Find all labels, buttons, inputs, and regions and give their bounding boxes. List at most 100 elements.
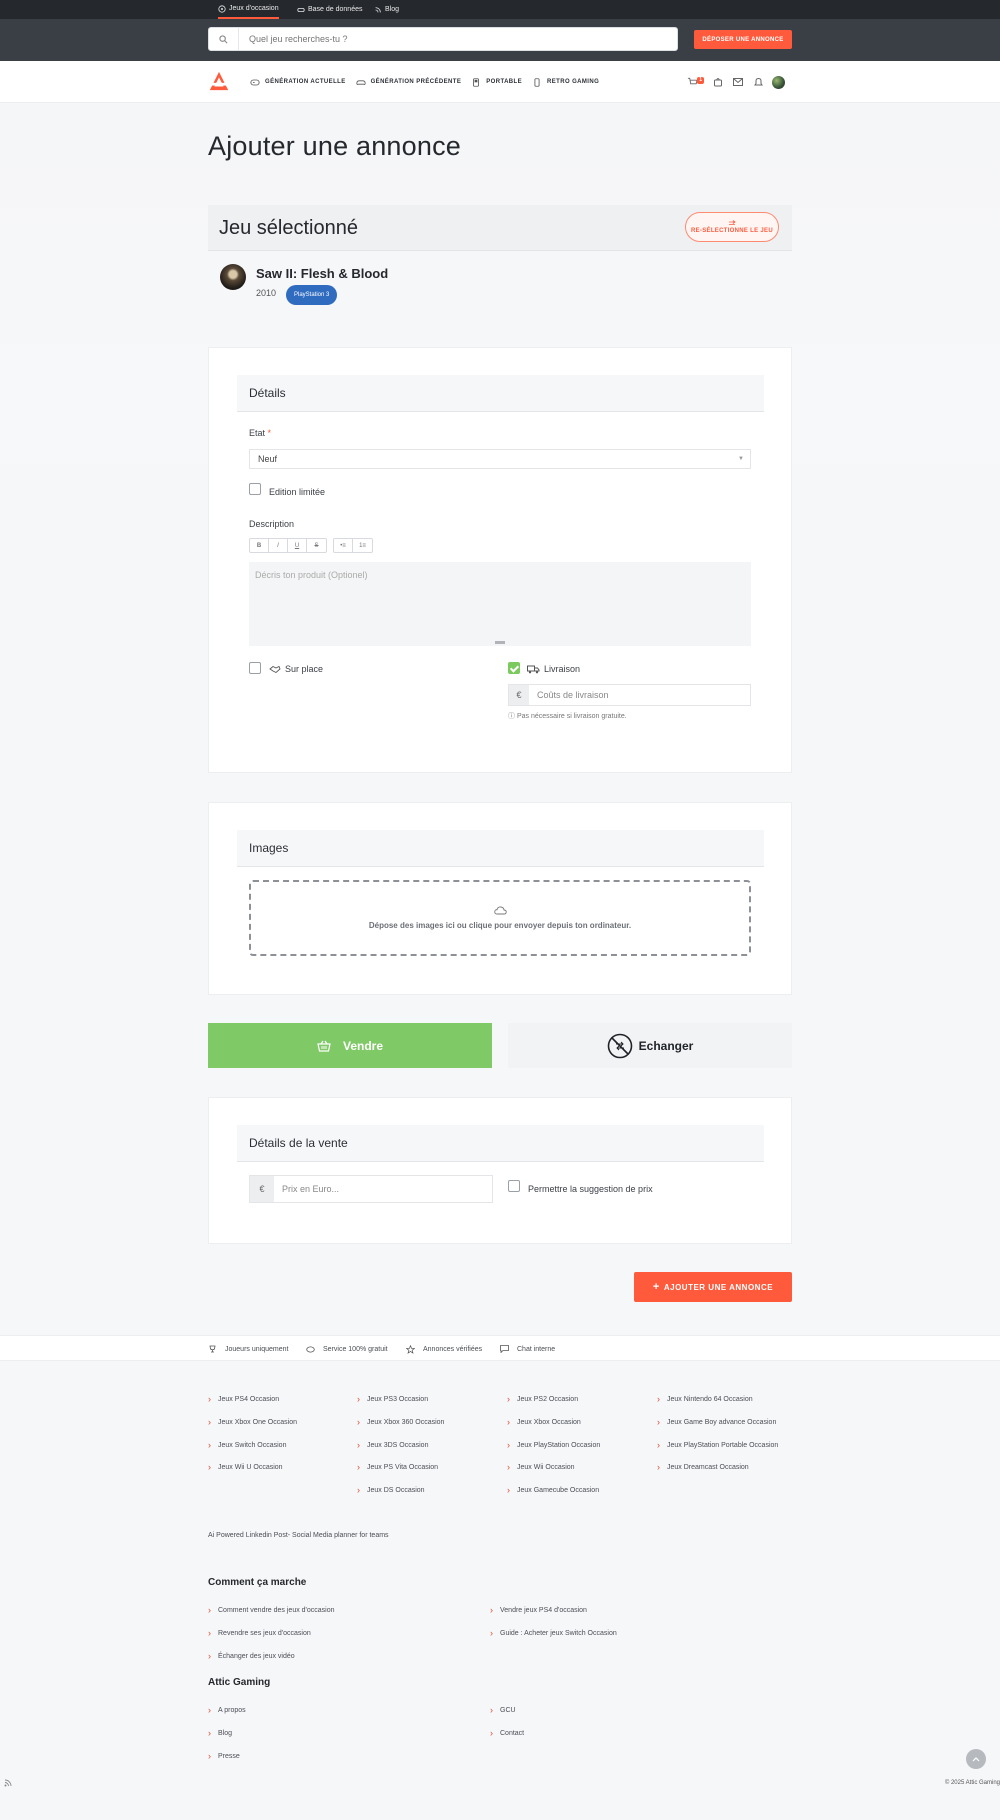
mail-icon[interactable]	[732, 76, 744, 88]
bell-icon[interactable]	[752, 76, 764, 88]
footer-link[interactable]: Jeux PS Vita Occasion	[357, 1462, 438, 1472]
search-icon	[209, 28, 239, 50]
rss-icon[interactable]	[4, 1779, 12, 1787]
main-nav: GÉNÉRATION ACTUELLE GÉNÉRATION PRÉCÉDENT…	[0, 61, 1000, 103]
shipping-hint: ⓘ Pas nécessaire si livraison gratuite.	[508, 711, 627, 721]
footer-link[interactable]: Jeux PlayStation Portable Occasion	[657, 1440, 778, 1450]
footer-link[interactable]: Jeux Wii U Occasion	[208, 1462, 283, 1472]
limited-edition-checkbox[interactable]	[249, 483, 261, 495]
sell-mode-button[interactable]: Vendre	[208, 1023, 492, 1068]
reselect-label: RE-SÉLECTIONNE LE JEU	[691, 228, 773, 234]
footer-promo-link[interactable]: Ai Powered Linkedin Post- Social Media p…	[208, 1532, 389, 1539]
delivery-checkbox[interactable]	[508, 662, 520, 674]
bold-button[interactable]: B	[250, 539, 269, 552]
footer-link[interactable]: Jeux Switch Occasion	[208, 1440, 286, 1450]
feature-gratuit: Service 100% gratuit	[306, 1336, 388, 1362]
top-tab-label: Blog	[385, 6, 400, 13]
price-field[interactable]: € Prix en Euro...	[249, 1175, 493, 1203]
feature-label: Joueurs uniquement	[225, 1345, 289, 1353]
footer-link[interactable]: Jeux Xbox Occasion	[507, 1417, 581, 1427]
footer-link[interactable]: Jeux DS Occasion	[357, 1485, 425, 1495]
footer-link[interactable]: Jeux Xbox One Occasion	[208, 1417, 297, 1427]
description-textarea[interactable]: Décris ton produit (Optionel)	[249, 562, 751, 646]
footer-link[interactable]: Échanger des jeux vidéo	[208, 1651, 295, 1661]
exchange-mode-button[interactable]: Echanger	[508, 1023, 792, 1068]
no-exchange-icon	[607, 1033, 632, 1058]
feature-label: Service 100% gratuit	[323, 1345, 388, 1353]
footer-link[interactable]: GCU	[490, 1705, 516, 1715]
search-box[interactable]	[208, 27, 678, 51]
info-icon: ⓘ	[508, 713, 515, 720]
footer-link[interactable]: Comment vendre des jeux d'occasion	[208, 1605, 335, 1615]
footer-link[interactable]: Jeux Nintendo 64 Occasion	[657, 1394, 753, 1404]
top-tab-blog[interactable]: Blog	[374, 0, 399, 19]
list-group: •≡ 1≡	[333, 538, 373, 553]
sale-details-card-header: Détails de la vente	[237, 1125, 764, 1162]
footer-link[interactable]: Vendre jeux PS4 d'occasion	[490, 1605, 587, 1615]
footer-link[interactable]: Presse	[208, 1751, 240, 1761]
state-select[interactable]: Neuf ▼	[249, 449, 751, 469]
underline-button[interactable]: U	[288, 539, 307, 552]
top-tab-label: Base de données	[308, 6, 363, 13]
footer-link[interactable]: Jeux Dreamcast Occasion	[657, 1462, 749, 1472]
reselect-game-button[interactable]: RE-SÉLECTIONNE LE JEU	[685, 212, 779, 242]
deposit-ad-button[interactable]: DÉPOSER UNE ANNONCE	[694, 30, 792, 49]
nav-retro-gaming[interactable]: RETRO GAMING	[532, 77, 599, 87]
pickup-checkbox[interactable]	[249, 662, 261, 674]
attic-logo[interactable]	[208, 70, 230, 92]
images-card: Images Dépose des images ici ou clique p…	[208, 802, 792, 995]
details-card-header: Détails	[237, 375, 764, 412]
features-strip: Joueurs uniquement Service 100% gratuit …	[0, 1335, 1000, 1361]
shipping-cost-field[interactable]: € Coûts de livraison	[508, 684, 751, 706]
page-title: Ajouter une annonce	[208, 131, 461, 161]
avatar[interactable]	[772, 75, 785, 89]
attic-gaming-heading: Attic Gaming	[208, 1677, 271, 1688]
sale-details-heading: Détails de la vente	[249, 1136, 348, 1150]
footer-link[interactable]: Jeux PS2 Occasion	[507, 1394, 578, 1404]
footer-link[interactable]: Jeux 3DS Occasion	[357, 1440, 428, 1450]
footer-link[interactable]: A propos	[208, 1705, 246, 1715]
cart-icon[interactable]: 1	[686, 76, 704, 88]
italic-button[interactable]: I	[269, 539, 288, 552]
details-card: Détails Etat * Neuf ▼ Edition limitée De…	[208, 347, 792, 773]
footer-link[interactable]: Jeux PS4 Occasion	[208, 1394, 279, 1404]
footer-link[interactable]: Blog	[208, 1728, 232, 1738]
resize-handle[interactable]	[495, 641, 505, 644]
image-dropzone[interactable]: Dépose des images ici ou clique pour env…	[249, 880, 751, 956]
footer-link[interactable]: Jeux Gamecube Occasion	[507, 1485, 599, 1495]
add-ad-button[interactable]: + AJOUTER UNE ANNONCE	[634, 1272, 792, 1302]
numbered-list-button[interactable]: 1≡	[353, 539, 372, 552]
footer-link[interactable]: Jeux Wii Occasion	[507, 1462, 575, 1472]
footer-link[interactable]: Revendre ses jeux d'occasion	[208, 1628, 311, 1638]
price-suggestion-checkbox[interactable]	[508, 1180, 520, 1192]
scroll-to-top-button[interactable]	[966, 1749, 986, 1769]
nav-label: GÉNÉRATION PRÉCÉDENTE	[370, 79, 462, 85]
bag-icon[interactable]	[712, 76, 724, 88]
nav-generation-precedente[interactable]: GÉNÉRATION PRÉCÉDENTE	[356, 78, 462, 87]
bullet-list-button[interactable]: •≡	[334, 539, 353, 552]
top-tab-base-de-donnees[interactable]: Base de données	[297, 0, 363, 19]
footer-link[interactable]: Jeux PlayStation Occasion	[507, 1440, 600, 1450]
top-tab-jeux-occasion[interactable]: Jeux d'occasion	[218, 0, 279, 19]
cloud-upload-icon	[493, 906, 507, 915]
sale-details-card: Détails de la vente € Prix en Euro... Pe…	[208, 1097, 792, 1244]
search-bar: DÉPOSER UNE ANNONCE	[0, 19, 1000, 61]
search-input[interactable]	[239, 34, 677, 44]
nav-portable[interactable]: PORTABLE	[471, 77, 522, 87]
feature-joueurs: Joueurs uniquement	[208, 1336, 288, 1362]
nav-generation-actuelle[interactable]: GÉNÉRATION ACTUELLE	[250, 78, 346, 87]
strikethrough-button[interactable]: S	[307, 539, 326, 552]
footer-link[interactable]: Guide : Acheter jeux Switch Occasion	[490, 1628, 617, 1638]
footer-link[interactable]: Jeux PS3 Occasion	[357, 1394, 428, 1404]
footer-link[interactable]: Jeux Xbox 360 Occasion	[357, 1417, 444, 1427]
controller-icon	[356, 79, 366, 85]
nav-label: GÉNÉRATION ACTUELLE	[265, 79, 346, 85]
retro-icon	[534, 77, 540, 87]
trophy-icon	[209, 1345, 216, 1353]
footer-link[interactable]: Contact	[490, 1728, 524, 1738]
dropzone-text: Dépose des images ici ou clique pour env…	[368, 921, 632, 930]
pickup-label-text: Sur place	[285, 664, 324, 674]
footer-link[interactable]: Jeux Game Boy advance Occasion	[657, 1417, 776, 1427]
exchange-label: Echanger	[638, 1038, 694, 1053]
state-label: Etat *	[249, 428, 271, 438]
